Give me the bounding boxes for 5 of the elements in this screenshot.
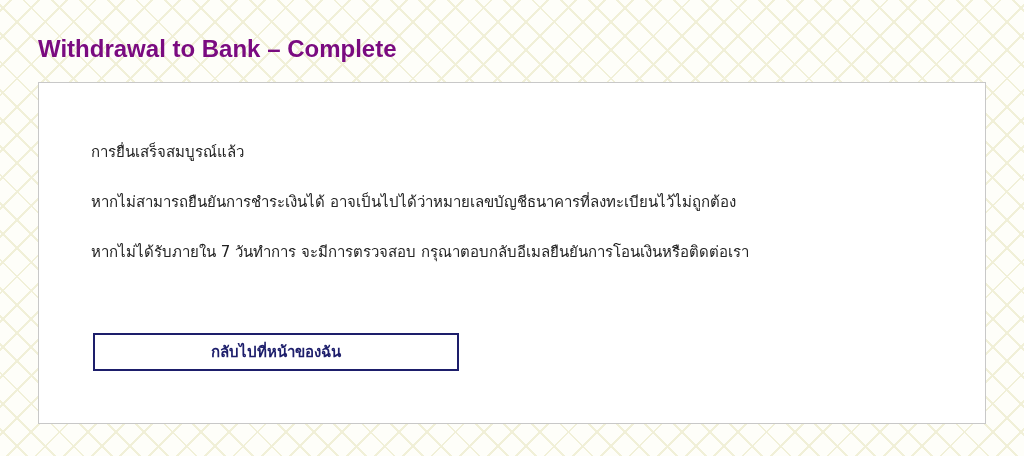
page-title: Withdrawal to Bank – Complete xyxy=(38,34,397,64)
back-to-my-page-button[interactable]: กลับไปที่หน้าของฉัน xyxy=(93,333,459,371)
message-text: การยื่นเสร็จสมบูรณ์แล้ว xyxy=(91,141,244,163)
message-text: หากไม่สามารถยืนยันการชำระเงินได้ อาจเป็นไปได้ว่าหมายเลขบัญชีธนาคารที่ลงทะเบียนไว้ไม่ถูกต้อง xyxy=(91,191,736,213)
message-text: หากไม่ได้รับภายใน 7 วันทำการ จะมีการตรวจสอบ กรุณาตอบกลับอีเมลยืนยันการโอนเงินหรือติดต่อเรา xyxy=(91,242,749,263)
